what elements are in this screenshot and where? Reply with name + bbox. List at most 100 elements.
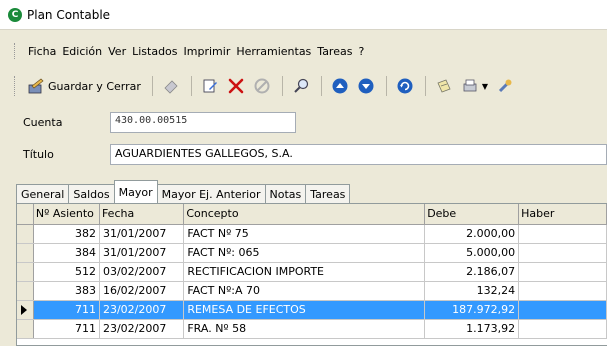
arrow-up-icon — [331, 77, 349, 95]
tab-mayor-ej-anterior[interactable]: Mayor Ej. Anterior — [156, 184, 266, 203]
cell-debe: 132,24 — [424, 281, 520, 301]
menu-ficha[interactable]: Ficha — [28, 45, 56, 58]
toolbar-separator — [281, 76, 283, 96]
edit-button[interactable] — [198, 74, 222, 98]
table-row-selected[interactable]: 711 23/02/2007 REMESA DE EFECTOS 187.972… — [17, 300, 607, 320]
eraser-button[interactable] — [159, 74, 183, 98]
toolbar-separator — [385, 76, 387, 96]
cell-concepto: FACT Nº: 065 — [183, 243, 426, 263]
column-header-asiento[interactable]: Nº Asiento — [33, 204, 100, 225]
account-form: Cuenta 430.00.00515 Título AGUARDIENTES … — [0, 104, 607, 174]
current-row-pointer-icon — [21, 304, 27, 315]
edit-pencil-icon — [201, 77, 219, 95]
cell-debe: 5.000,00 — [424, 243, 520, 263]
refresh-icon — [396, 77, 414, 95]
cell-debe: 1.173,92 — [424, 319, 520, 339]
titulo-label: Título — [23, 148, 54, 161]
arrow-down-icon — [357, 77, 375, 95]
cuenta-row: Cuenta 430.00.00515 — [23, 112, 296, 133]
window-titlebar: C Plan Contable — [0, 0, 607, 30]
wrench-icon — [496, 77, 514, 95]
toolbar-grip[interactable] — [14, 76, 18, 96]
cell-asiento: 384 — [33, 243, 100, 263]
menu-help[interactable]: ? — [358, 45, 364, 58]
cell-haber — [518, 262, 607, 282]
cuenta-field[interactable]: 430.00.00515 — [110, 112, 296, 133]
toolbar-separator — [424, 76, 426, 96]
cell-asiento: 512 — [33, 262, 100, 282]
menu-grip[interactable] — [14, 43, 18, 59]
menu-tareas[interactable]: Tareas — [317, 45, 352, 58]
menu-listados[interactable]: Listados — [132, 45, 177, 58]
tab-strip: General Saldos Mayor Mayor Ej. Anterior … — [16, 180, 351, 203]
row-indicator[interactable] — [17, 319, 34, 339]
print-menu-button[interactable]: ▼ — [458, 74, 491, 98]
menu-imprimir[interactable]: Imprimir — [184, 45, 231, 58]
cancel-icon — [253, 77, 271, 95]
tab-mayor[interactable]: Mayor — [113, 180, 158, 203]
toolbar-separator — [151, 76, 153, 96]
row-indicator[interactable] — [17, 281, 34, 301]
menu-edicion[interactable]: Edición — [62, 45, 102, 58]
cell-concepto: FACT Nº 75 — [183, 224, 426, 244]
row-indicator[interactable] — [17, 300, 34, 320]
table-row[interactable]: 711 23/02/2007 FRA. Nº 58 1.173,92 — [17, 319, 607, 339]
row-indicator[interactable] — [17, 243, 34, 263]
cell-haber — [518, 224, 607, 244]
window-title: Plan Contable — [27, 7, 111, 22]
cell-debe: 2.186,07 — [424, 262, 520, 282]
cell-haber — [518, 300, 607, 320]
cell-asiento: 711 — [33, 319, 100, 339]
refresh-button[interactable] — [393, 74, 417, 98]
column-header-haber[interactable]: Haber — [518, 204, 607, 225]
app-logo-icon: C — [8, 7, 22, 22]
cell-asiento: 711 — [33, 300, 100, 320]
documents-button[interactable] — [432, 74, 456, 98]
row-indicator-header — [17, 204, 34, 225]
cell-fecha: 03/02/2007 — [99, 262, 185, 282]
column-header-debe[interactable]: Debe — [424, 204, 520, 225]
menu-herramientas[interactable]: Herramientas — [236, 45, 311, 58]
table-row[interactable]: 512 03/02/2007 RECTIFICACION IMPORTE 2.1… — [17, 262, 607, 282]
cuenta-label: Cuenta — [23, 116, 63, 129]
cell-asiento: 383 — [33, 281, 100, 301]
tools-button[interactable] — [493, 74, 517, 98]
cell-debe: 2.000,00 — [424, 224, 520, 244]
menu-bar: Ficha Edición Ver Listados Imprimir Herr… — [14, 36, 370, 66]
next-record-button[interactable] — [354, 74, 378, 98]
titulo-field[interactable]: AGUARDIENTES GALLEGOS, S.A. — [110, 144, 607, 165]
delete-button[interactable] — [224, 74, 248, 98]
tab-tareas[interactable]: Tareas — [305, 184, 351, 203]
row-indicator[interactable] — [17, 224, 34, 244]
table-row[interactable]: 383 16/02/2007 FACT Nº:A 70 132,24 — [17, 281, 607, 301]
cell-haber — [518, 281, 607, 301]
tab-notas[interactable]: Notas — [264, 184, 307, 203]
cell-haber — [518, 319, 607, 339]
previous-record-button[interactable] — [328, 74, 352, 98]
save-close-label: Guardar y Cerrar — [48, 79, 141, 93]
row-indicator[interactable] — [17, 262, 34, 282]
tab-general[interactable]: General — [16, 184, 70, 203]
cancel-button[interactable] — [250, 74, 274, 98]
cell-concepto: REMESA DE EFECTOS — [183, 300, 426, 320]
save-close-button[interactable]: Guardar y Cerrar — [24, 74, 144, 98]
toolbar: Guardar y Cerrar ▼ — [14, 70, 607, 102]
tab-saldos[interactable]: Saldos — [68, 184, 115, 203]
menu-ver[interactable]: Ver — [108, 45, 126, 58]
cell-fecha: 16/02/2007 — [99, 281, 185, 301]
toolbar-separator — [190, 76, 192, 96]
cell-fecha: 23/02/2007 — [99, 300, 185, 320]
column-header-concepto[interactable]: Concepto — [183, 204, 426, 225]
ledger-table: Nº Asiento Fecha Concepto Debe Haber 382… — [17, 204, 607, 339]
table-header-row: Nº Asiento Fecha Concepto Debe Haber — [17, 204, 607, 225]
column-header-fecha[interactable]: Fecha — [99, 204, 185, 225]
table-row[interactable]: 384 31/01/2007 FACT Nº: 065 5.000,00 — [17, 243, 607, 263]
cell-concepto: FRA. Nº 58 — [183, 319, 426, 339]
delete-x-icon — [227, 77, 245, 95]
table-row[interactable]: 382 31/01/2007 FACT Nº 75 2.000,00 — [17, 224, 607, 244]
cell-concepto: FACT Nº:A 70 — [183, 281, 426, 301]
titulo-row: Título AGUARDIENTES GALLEGOS, S.A. — [23, 144, 607, 165]
save-close-icon — [27, 77, 45, 95]
search-button[interactable] — [289, 74, 313, 98]
search-icon — [292, 77, 310, 95]
